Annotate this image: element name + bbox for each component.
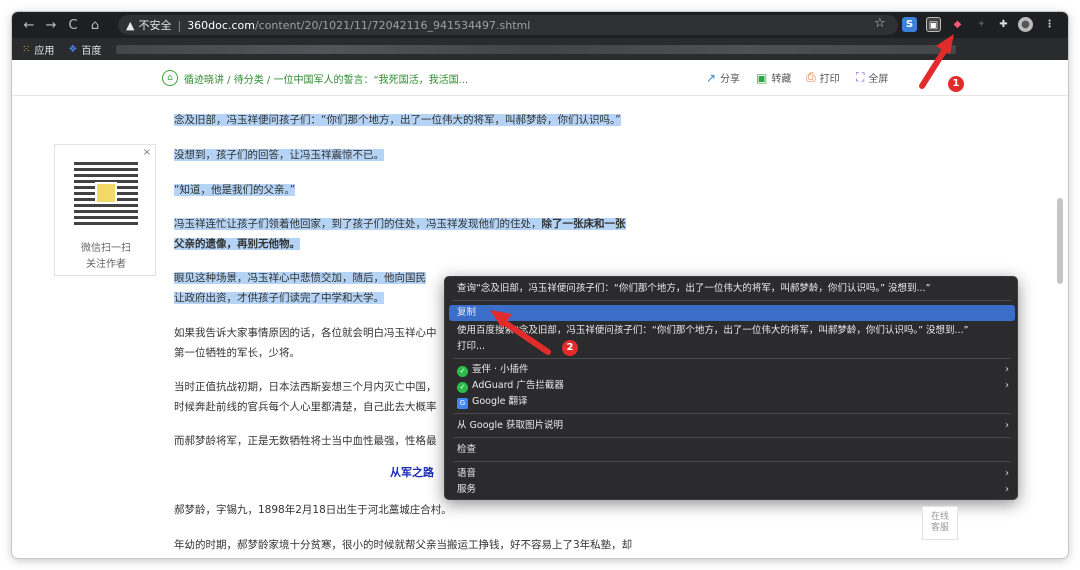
extension-s-icon[interactable]: S [902, 17, 917, 32]
blurred-bookmarks [116, 45, 956, 54]
menu-divider [453, 358, 1011, 359]
paragraph: 时候奔赴前线的官兵每个人心里都清楚，自己此去大概率 [174, 401, 437, 413]
fullscreen-icon: ⛶ [856, 70, 865, 84]
share-label: 分享 [720, 74, 741, 85]
paragraph: 郝梦龄，字锡九，1898年2月18日出生于河北藁城庄合村。 [174, 504, 452, 516]
submenu-arrow-icon: › [1005, 420, 1009, 431]
url-host: 360doc.com [187, 18, 255, 32]
paragraph: 眼见这种场景，冯玉祥心中悲愤交加，随后，他向国民 [174, 272, 426, 284]
paragraph: 让政府出资，才供孩子们读完了中学和大学。 [174, 292, 384, 304]
browser-window: ← → C ⌂ ▲ 不安全 | 360doc.com /content/20/1… [12, 12, 1068, 558]
menu-item-services[interactable]: 服务 › [445, 482, 1019, 498]
scrollbar-thumb[interactable] [1057, 198, 1063, 284]
paragraph: 第一位牺牲的军长，少将。 [174, 347, 300, 359]
menu-kebab-icon[interactable]: ⋮ [1042, 17, 1057, 32]
yiban-icon: ✓ [457, 366, 468, 377]
paragraph: “知道，他是我们的父亲。” [174, 184, 296, 196]
qr-caption-2: 关注作者 [86, 259, 126, 270]
submenu-arrow-icon: › [1005, 364, 1009, 375]
menu-item-lookup[interactable]: 查询“念及旧部，冯玉祥便问孩子们：“你们那个地方，出了一位伟大的将军，叫郝梦龄，… [445, 281, 1019, 297]
submenu-arrow-icon: › [1005, 380, 1009, 391]
extensions-puzzle-icon[interactable]: ✚ [996, 17, 1011, 32]
qr-logo [95, 182, 117, 204]
online-support-widget[interactable]: 在线 客服 [922, 506, 958, 540]
extension-prism-icon[interactable]: ◆ [950, 17, 965, 32]
menu-item-print[interactable]: 打印... [445, 339, 1019, 355]
breadcrumb[interactable]: ⌂ 循迹晓讲 / 待分类 / 一位中国军人的誓言：“我死国活，我活国... [162, 70, 468, 86]
section-heading: 从军之路 [390, 466, 434, 479]
submenu-arrow-icon: › [1005, 484, 1009, 495]
bookmark-star-icon[interactable]: ☆ [874, 16, 886, 31]
menu-item-google-translate[interactable]: G Google 翻译 [445, 394, 1019, 410]
profile-avatar-icon[interactable]: ● [1018, 17, 1033, 32]
menu-divider [453, 437, 1011, 438]
home-icon[interactable]: ⌂ [84, 12, 106, 38]
paragraph: 没想到，孩子们的回答，让冯玉祥震惊不已。 [174, 149, 384, 161]
forward-icon[interactable]: → [40, 12, 62, 38]
security-label: 不安全 [138, 19, 172, 32]
close-icon[interactable]: × [143, 147, 151, 158]
paragraph: 念及旧部，冯玉祥便问孩子们：“你们那个地方，出了一位伟大的将军，叫郝梦龄，你们认… [174, 114, 621, 126]
online-support-line2: 客服 [930, 523, 949, 533]
paragraph: 冯玉祥连忙让孩子们领着他回家，到了孩子们的住处，冯玉祥发现他们的住处，除了一张床… [174, 218, 626, 230]
bookmark-apps-label: 应用 [34, 45, 55, 57]
menu-divider [453, 461, 1011, 462]
paragraph: 父亲的遗像，再别无他物。 [174, 238, 300, 250]
annotation-badge-2: 2 [562, 340, 578, 356]
print-icon: ⎙ [806, 70, 816, 84]
apps-grid-icon: ⁙ [22, 43, 31, 55]
menu-item-baidu-search[interactable]: 使用百度搜索“念及旧部，冯玉祥便问孩子们：“你们那个地方，出了一位伟大的将军，叫… [445, 323, 1019, 339]
paragraph: 当时正值抗战初期，日本法西斯妄想三个月内灭亡中国， [174, 381, 437, 393]
menu-item-copy[interactable]: 复制 [449, 305, 1015, 321]
home-circle-icon: ⌂ [162, 70, 178, 86]
menu-item-inspect[interactable]: 检查 [445, 442, 1019, 458]
paragraph: 年幼的时期，郝梦龄家境十分贫寒，很小的时候就帮父亲当搬运工挣钱，好不容易上了3年… [174, 539, 633, 551]
google-translate-icon: G [457, 398, 468, 409]
bookmark-apps[interactable]: ⁙ 应用 [22, 42, 54, 57]
paragraph: 如果我告诉大家事情原因的话，各位就会明白冯玉祥心中 [174, 327, 437, 339]
qr-follow-card: × 微信扫一扫 关注作者 [54, 144, 156, 276]
url-path: /content/20/1021/11/72042116_941534497.s… [254, 18, 531, 32]
menu-item-adguard[interactable]: ✓ AdGuard 广告拦截器 › [445, 378, 1019, 394]
print-button[interactable]: ⎙ 打印 [806, 70, 840, 85]
menu-item-image-description[interactable]: 从 Google 获取图片说明 › [445, 418, 1019, 434]
annotation-badge-1: 1 [948, 76, 964, 92]
repost-label: 转藏 [771, 74, 792, 85]
print-label: 打印 [819, 74, 840, 85]
bookmark-baidu-label: 百度 [81, 45, 102, 57]
back-icon[interactable]: ← [18, 12, 40, 38]
menu-item-yiban[interactable]: ✓ 壹伴 · 小插件 › [445, 362, 1019, 378]
share-button[interactable]: ↗ 分享 [706, 70, 741, 86]
submenu-arrow-icon: › [1005, 468, 1009, 479]
online-support-line1: 在线 [930, 512, 949, 522]
reload-icon[interactable]: C [62, 12, 84, 38]
fullscreen-button[interactable]: ⛶ 全屏 [856, 70, 888, 85]
qr-caption-1: 微信扫一扫 [81, 243, 131, 254]
paragraph: 而郝梦龄将军，正是无数牺牲将士当中血性最强，性格最 [174, 435, 437, 447]
fullscreen-label: 全屏 [868, 74, 889, 85]
share-icon: ↗ [706, 70, 717, 85]
menu-divider [453, 413, 1011, 414]
menu-item-speech[interactable]: 语音 › [445, 466, 1019, 482]
repost-icon: ▣ [756, 70, 768, 85]
extension-box-icon[interactable]: ▣ [926, 17, 941, 32]
address-bar[interactable]: ▲ 不安全 | 360doc.com /content/20/1021/11/7… [118, 15, 898, 35]
breadcrumb-text: 循迹晓讲 / 待分类 / 一位中国军人的誓言：“我死国活，我活国... [184, 74, 469, 86]
browser-toolbar: ← → C ⌂ ▲ 不安全 | 360doc.com /content/20/1… [12, 12, 1068, 38]
warning-icon: ▲ [126, 18, 135, 32]
repost-button[interactable]: ▣ 转藏 [756, 70, 792, 86]
address-separator: | [177, 18, 182, 32]
context-menu: 查询“念及旧部，冯玉祥便问孩子们：“你们那个地方，出了一位伟大的将军，叫郝梦龄，… [444, 276, 1018, 500]
extension-dim-icon[interactable]: ✦ [974, 17, 989, 32]
page-header: ⌂ 循迹晓讲 / 待分类 / 一位中国军人的誓言：“我死国活，我活国... ↗ … [12, 60, 1068, 96]
menu-divider [453, 300, 1011, 301]
adguard-shield-icon: ✓ [457, 382, 468, 393]
bookmark-baidu[interactable]: ❖ 百度 [68, 42, 101, 57]
baidu-paw-icon: ❖ [68, 43, 78, 55]
